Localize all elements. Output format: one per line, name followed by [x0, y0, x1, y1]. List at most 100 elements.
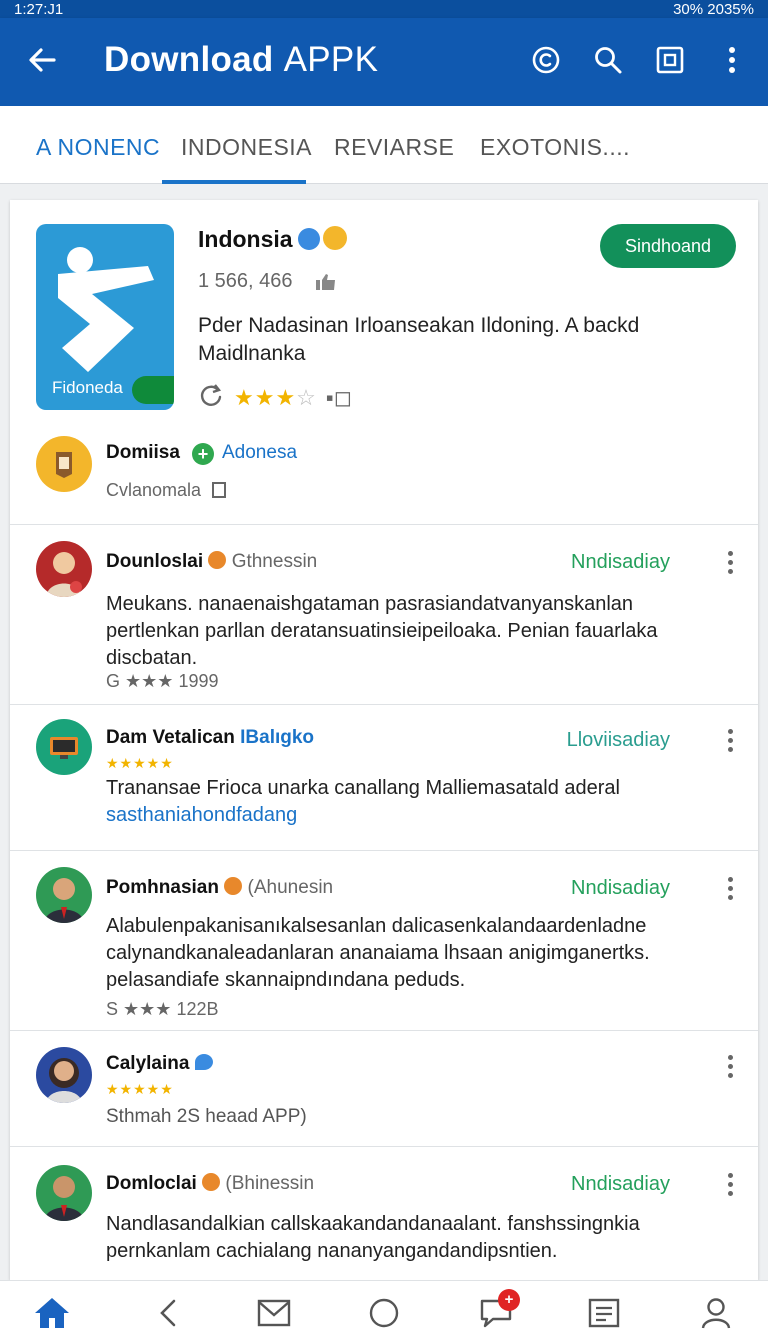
emoji-icon: [224, 877, 243, 895]
reviewer-name-text: Domloclai: [106, 1173, 197, 1194]
review-item: Pomhnasian (Ahunesin Nndisadiay Alabulen…: [10, 850, 758, 1030]
reviewer-handle: Gthnessin: [231, 551, 318, 572]
review-meta-prefix: S: [106, 999, 119, 1019]
developer-name: Domiisa: [106, 442, 180, 463]
reviewer-name-text: Dam Vetalican: [106, 727, 235, 748]
title-rest: APPK: [283, 40, 379, 79]
developer-avatar[interactable]: [36, 436, 92, 492]
reviewer-avatar[interactable]: [36, 1047, 92, 1103]
reviewer-name: Pomhnasian (Ahunesin: [106, 877, 333, 899]
app-icon[interactable]: Fidoneda: [36, 224, 174, 410]
emoji-badge-icon: [323, 226, 347, 250]
bookmark-icon[interactable]: ▪◻: [326, 385, 352, 411]
reviewer-name-text: Dounloslai: [106, 551, 204, 572]
reviewer-handle: (Bhinessin: [225, 1173, 315, 1194]
app-bar: Download APPK: [0, 18, 768, 106]
reviewer-avatar[interactable]: [36, 867, 92, 923]
review-tag[interactable]: Nndisadiay: [571, 877, 670, 900]
reviewer-name: Dounloslai Gthnessin: [106, 551, 317, 573]
thumbs-up-icon[interactable]: [314, 272, 338, 297]
tab-indonesia[interactable]: INDONESIA: [181, 134, 312, 161]
reviewer-name-text: Calylaina: [106, 1053, 190, 1074]
notification-badge: +: [498, 1289, 520, 1311]
review-meta: S ★★★ 122B: [106, 999, 218, 1020]
tab-reviarse[interactable]: REVIARSE: [334, 134, 454, 161]
reviewer-avatar[interactable]: [36, 1165, 92, 1221]
empty-star: ☆: [296, 385, 316, 410]
search-icon[interactable]: [590, 42, 626, 78]
review-meta-value: ★★★ 122B: [123, 999, 219, 1019]
nav-mail-icon[interactable]: [254, 1295, 294, 1331]
install-button[interactable]: Sindhoand: [600, 224, 736, 268]
nav-list-icon[interactable]: [584, 1295, 624, 1331]
app-icon-label: Fidoneda: [52, 378, 123, 397]
app-description: Pder Nadasinan Irloanseakan Ildoning. A …: [198, 314, 640, 365]
review-more-icon[interactable]: [728, 551, 734, 578]
app-detail-card: Fidoneda Indonsia 1 566, 466 Pder Nadasi…: [10, 200, 758, 1280]
verified-bird-icon: [194, 1054, 213, 1070]
reviewer-avatar[interactable]: [36, 541, 92, 597]
reviewer-handle: IBalıgko: [240, 727, 315, 748]
review-text: Nandlasandalkian callskaakandandanaalant…: [106, 1213, 640, 1262]
review-meta-prefix: G: [106, 671, 121, 691]
nav-circle-icon[interactable]: [364, 1295, 404, 1331]
review-more-icon[interactable]: [728, 729, 734, 756]
page-title: Download APPK: [104, 40, 378, 80]
nav-chat-icon[interactable]: +: [476, 1289, 520, 1331]
filled-stars: ★★★: [234, 385, 297, 410]
developer-category: Cvlanomala: [106, 480, 227, 501]
review-text: Tranansae Frioca unarka canallang Mallie…: [106, 775, 706, 829]
app-name: Indonsia: [198, 226, 293, 252]
review-more-icon[interactable]: [728, 877, 734, 904]
developer-sub-label: Cvlanomala: [106, 480, 202, 500]
reviewer-name-text: Pomhnasian: [106, 877, 219, 898]
verified-badge-icon: [298, 228, 320, 250]
status-levels: 30% 2035%: [673, 0, 754, 18]
review-tag[interactable]: Nndisadiay: [571, 1173, 670, 1196]
reviewer-avatar[interactable]: [36, 719, 92, 775]
tab-exotonis[interactable]: EXOTONIS....: [480, 134, 630, 161]
review-item: Calylaina ★★★★★ Sthmah 2S heaad APP): [10, 1030, 758, 1146]
emoji-icon: [208, 551, 227, 569]
refresh-icon[interactable]: [198, 382, 224, 414]
download-count: 1 566, 466: [198, 270, 293, 292]
reviewer-name: Dam Vetalican IBalıgko: [106, 727, 314, 749]
nav-home-icon[interactable]: [32, 1295, 72, 1331]
tab-bar: A NONENC INDONESIA REVIARSE EXOTONIS....: [0, 106, 768, 184]
status-bar: 1:27:J1 30% 2035%: [0, 0, 768, 18]
review-text-link[interactable]: sasthaniahondfadang: [106, 802, 706, 829]
status-indicators: 30% 2035%: [673, 1, 754, 18]
emoji-icon: [202, 1173, 221, 1191]
nav-profile-icon[interactable]: [696, 1295, 736, 1331]
review-meta: G ★★★ 1999: [106, 671, 219, 692]
reviewer-handle: (Ahunesin: [247, 877, 334, 898]
picture-in-picture-icon[interactable]: [652, 42, 688, 78]
reviewer-name: Calylaina: [106, 1053, 213, 1075]
overflow-menu-icon[interactable]: [714, 42, 750, 78]
review-tag[interactable]: Nndisadiay: [571, 551, 670, 574]
review-stars: ★★★★★: [106, 1081, 174, 1097]
copy-icon[interactable]: [212, 482, 227, 498]
review-meta-value: ★★★ 1999: [125, 671, 219, 691]
follow-plus-icon[interactable]: +: [192, 443, 214, 465]
bottom-nav: +: [0, 1280, 768, 1344]
app-rating-row: ★★★☆ ▪◻: [198, 382, 352, 414]
review-more-icon[interactable]: [728, 1055, 734, 1082]
nav-back-icon[interactable]: [148, 1295, 188, 1331]
review-more-icon[interactable]: [728, 1173, 734, 1200]
app-star-rating: ★★★☆: [234, 385, 316, 411]
review-stars: ★★★★★: [106, 755, 174, 771]
title-bold: Download: [104, 40, 274, 79]
reviewer-name: Domloclai (Bhinessin: [106, 1173, 314, 1195]
app-bar-actions: [528, 42, 750, 78]
review-item: Domloclai (Bhinessin Nndisadiay Nandlasa…: [10, 1146, 758, 1280]
tab-anonenc[interactable]: A NONENC: [36, 134, 160, 161]
app-icon-pill: [132, 376, 174, 404]
review-item: Dounloslai Gthnessin Nndisadiay Meukans.…: [10, 524, 758, 704]
review-tag[interactable]: Lloviisadiay: [567, 729, 670, 752]
back-arrow-icon[interactable]: [26, 44, 58, 76]
review-text: Alabulenpakanisanıkalsesanlan dalicasenk…: [106, 915, 650, 991]
copyright-icon[interactable]: [528, 42, 564, 78]
developer-link[interactable]: Adonesa: [222, 442, 297, 464]
review-text: Sthmah 2S heaad APP): [106, 1106, 307, 1127]
